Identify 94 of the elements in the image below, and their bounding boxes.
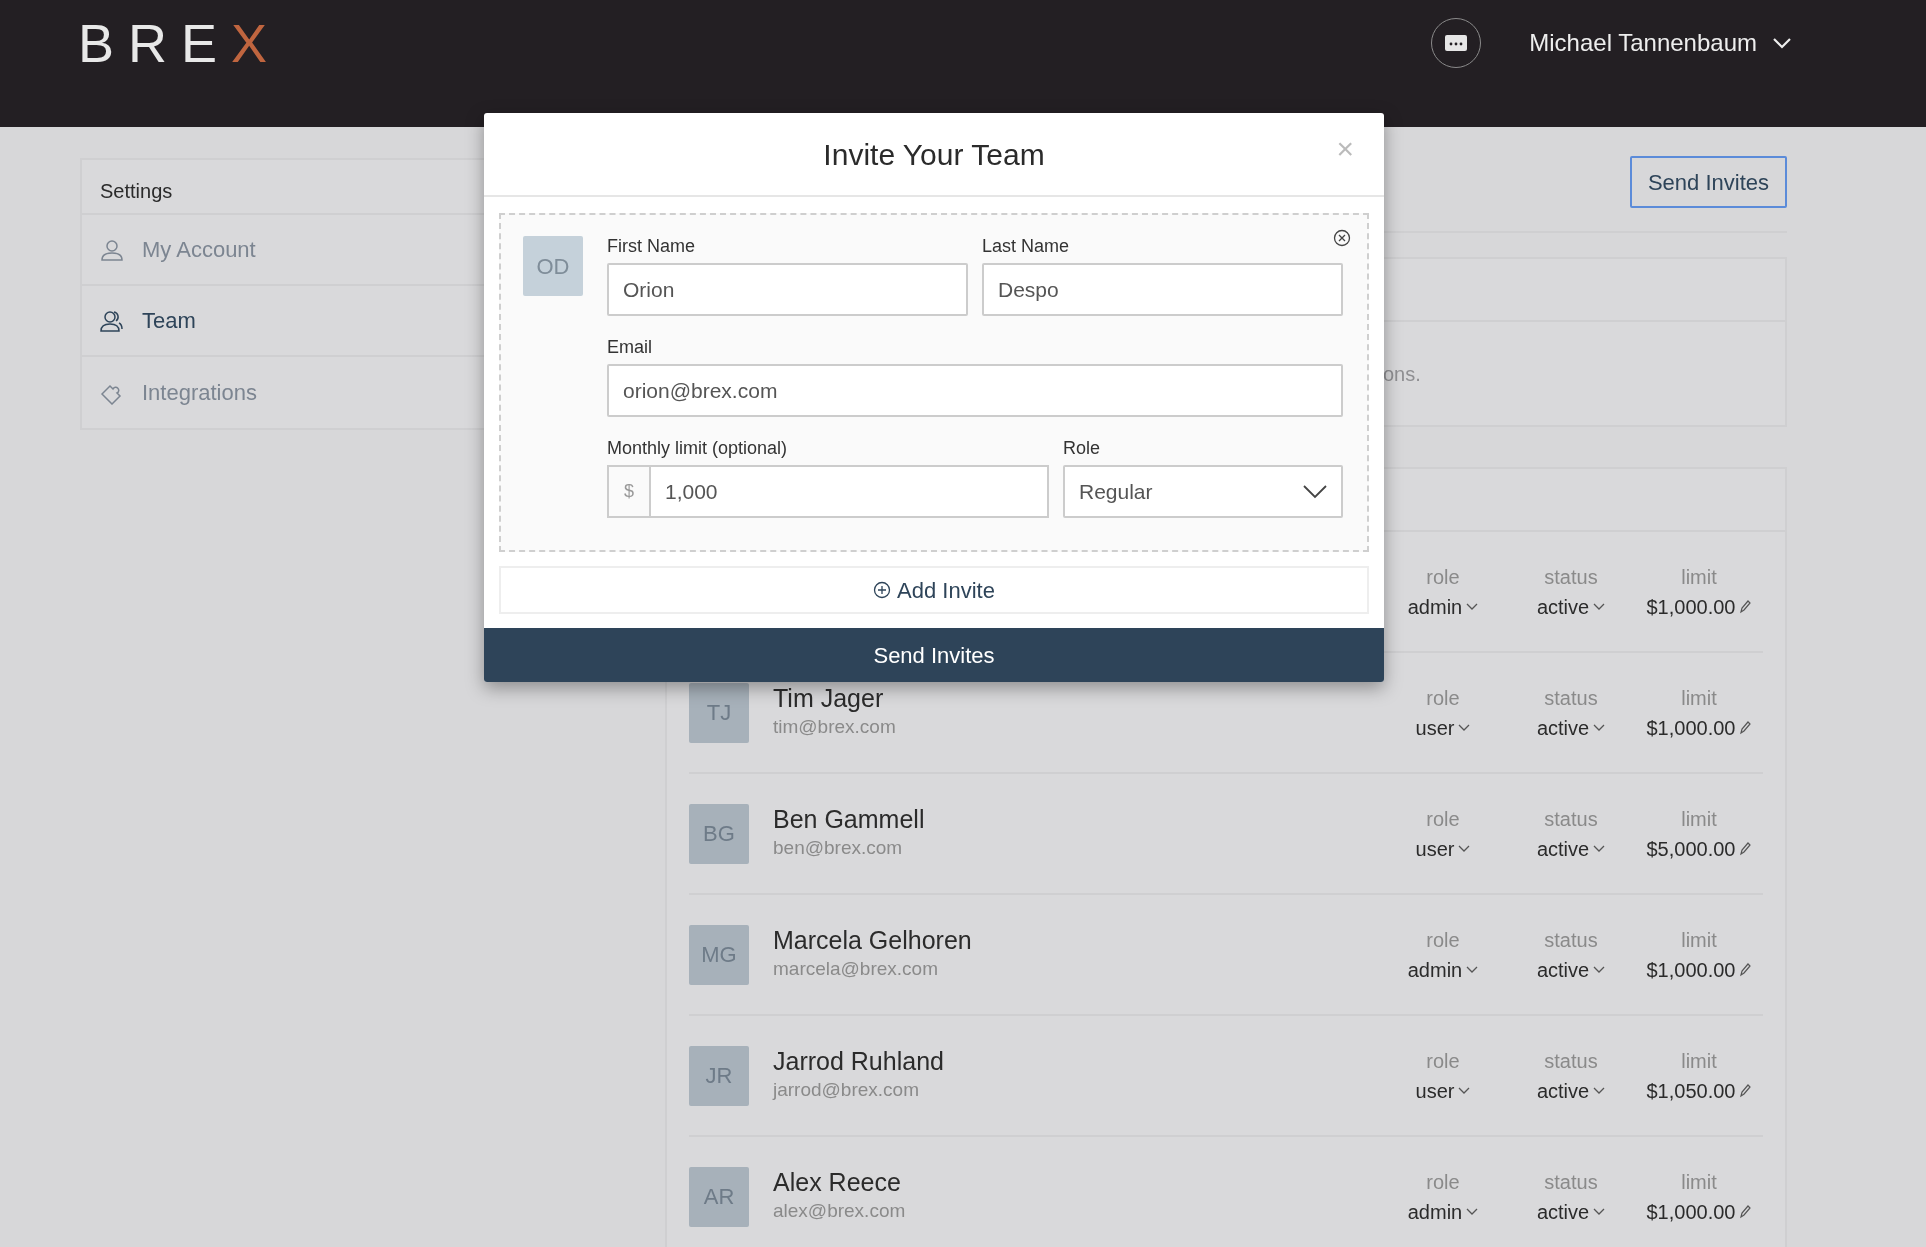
limit-value[interactable]: $1,000.00: [1646, 954, 1752, 985]
column-label: status: [1543, 1169, 1599, 1195]
avatar: BG: [689, 803, 749, 864]
avatar: MG: [689, 924, 749, 985]
column-label: status: [1543, 927, 1599, 953]
role-dropdown[interactable]: admin: [1407, 591, 1479, 622]
status-dropdown[interactable]: active: [1536, 712, 1606, 743]
member-name: Ben Gammell: [773, 804, 926, 835]
caret-icon: [1458, 1086, 1471, 1095]
user-menu[interactable]: Michael Tannenbaum: [1529, 25, 1791, 61]
avatar: AR: [689, 1166, 749, 1227]
chat-icon[interactable]: [1431, 18, 1482, 68]
limit-value[interactable]: $1,000.00: [1646, 1196, 1752, 1227]
notice-text: ons.: [1383, 361, 1421, 387]
pencil-icon[interactable]: [1739, 1083, 1752, 1098]
column-label: status: [1543, 564, 1599, 590]
field-label: Last Name: [982, 235, 1071, 258]
column-label: role: [1425, 685, 1461, 711]
last-name-field[interactable]: Despo: [982, 263, 1343, 316]
column-label: role: [1425, 806, 1461, 832]
member-email: alex@brex.com: [773, 1199, 907, 1224]
field-label: Role: [1063, 437, 1102, 460]
column-label: limit: [1680, 1048, 1718, 1074]
pencil-icon[interactable]: [1739, 1204, 1752, 1219]
person-icon: [100, 237, 124, 262]
avatar: OD: [523, 236, 583, 296]
limit-value[interactable]: $1,050.00: [1646, 1075, 1752, 1106]
column-label: role: [1425, 1048, 1461, 1074]
role-dropdown[interactable]: admin: [1407, 1196, 1479, 1227]
remove-icon[interactable]: [1333, 229, 1351, 247]
caret-icon: [1593, 844, 1606, 853]
member-email: ben@brex.com: [773, 836, 904, 861]
column-label: role: [1425, 927, 1461, 953]
column-label: status: [1543, 806, 1599, 832]
chevron-down-icon: [1303, 484, 1327, 499]
send-invites-button[interactable]: Send Invites: [484, 628, 1384, 682]
plus-circle-icon: [873, 581, 892, 599]
dialog-title: Invite Your Team: [823, 136, 1045, 173]
column-label: limit: [1680, 806, 1718, 832]
field-label: Email: [607, 336, 653, 359]
avatar: JR: [689, 1045, 749, 1106]
limit-value[interactable]: $5,000.00: [1646, 833, 1752, 864]
column-label: status: [1543, 1048, 1599, 1074]
first-name-field[interactable]: Orion: [607, 263, 968, 316]
member-name: Jarrod Ruhland: [773, 1046, 945, 1077]
column-label: limit: [1680, 564, 1718, 590]
member-email: tim@brex.com: [773, 715, 897, 740]
limit-value[interactable]: $1,000.00: [1646, 591, 1752, 622]
field-label: Monthly limit (optional): [607, 437, 789, 460]
column-label: limit: [1680, 927, 1718, 953]
column-label: role: [1425, 1169, 1461, 1195]
avatar: TJ: [689, 682, 749, 743]
caret-icon: [1458, 844, 1471, 853]
caret-icon: [1458, 723, 1471, 732]
caret-icon: [1593, 1086, 1606, 1095]
column-label: role: [1425, 564, 1461, 590]
member-email: marcela@brex.com: [773, 957, 939, 982]
member-name: Marcela Gelhoren: [773, 925, 973, 956]
role-select[interactable]: Regular: [1063, 465, 1343, 518]
chevron-down-icon: [1773, 37, 1791, 49]
member-name: Alex Reece: [773, 1167, 902, 1198]
pencil-icon[interactable]: [1739, 962, 1752, 977]
caret-icon: [1466, 1207, 1479, 1216]
member-email: jarrod@brex.com: [773, 1078, 920, 1103]
role-dropdown[interactable]: user: [1415, 833, 1471, 864]
status-dropdown[interactable]: active: [1536, 954, 1606, 985]
pencil-icon[interactable]: [1739, 599, 1752, 614]
field-label: First Name: [607, 235, 696, 258]
people-icon: [100, 308, 124, 333]
status-dropdown[interactable]: active: [1536, 1196, 1606, 1227]
column-label: limit: [1680, 685, 1718, 711]
status-dropdown[interactable]: active: [1536, 1075, 1606, 1106]
currency-symbol: $: [607, 465, 649, 518]
pencil-icon[interactable]: [1739, 720, 1752, 735]
status-dropdown[interactable]: active: [1536, 833, 1606, 864]
pencil-icon[interactable]: [1739, 841, 1752, 856]
role-dropdown[interactable]: user: [1415, 1075, 1471, 1106]
caret-icon: [1593, 965, 1606, 974]
caret-icon: [1593, 723, 1606, 732]
member-name: Tim Jager: [773, 683, 885, 714]
role-dropdown[interactable]: user: [1415, 712, 1471, 743]
status-dropdown[interactable]: active: [1536, 591, 1606, 622]
column-label: limit: [1680, 1169, 1718, 1195]
role-dropdown[interactable]: admin: [1407, 954, 1479, 985]
email-field[interactable]: orion@brex.com: [607, 364, 1343, 417]
caret-icon: [1466, 965, 1479, 974]
column-label: status: [1543, 685, 1599, 711]
caret-icon: [1593, 602, 1606, 611]
caret-icon: [1593, 1207, 1606, 1216]
add-invite-button[interactable]: Add Invite: [499, 566, 1369, 614]
limit-field[interactable]: 1,000: [649, 465, 1049, 518]
send-invites-button[interactable]: Send Invites: [1629, 156, 1787, 208]
caret-icon: [1466, 602, 1479, 611]
limit-value[interactable]: $1,000.00: [1646, 712, 1752, 743]
